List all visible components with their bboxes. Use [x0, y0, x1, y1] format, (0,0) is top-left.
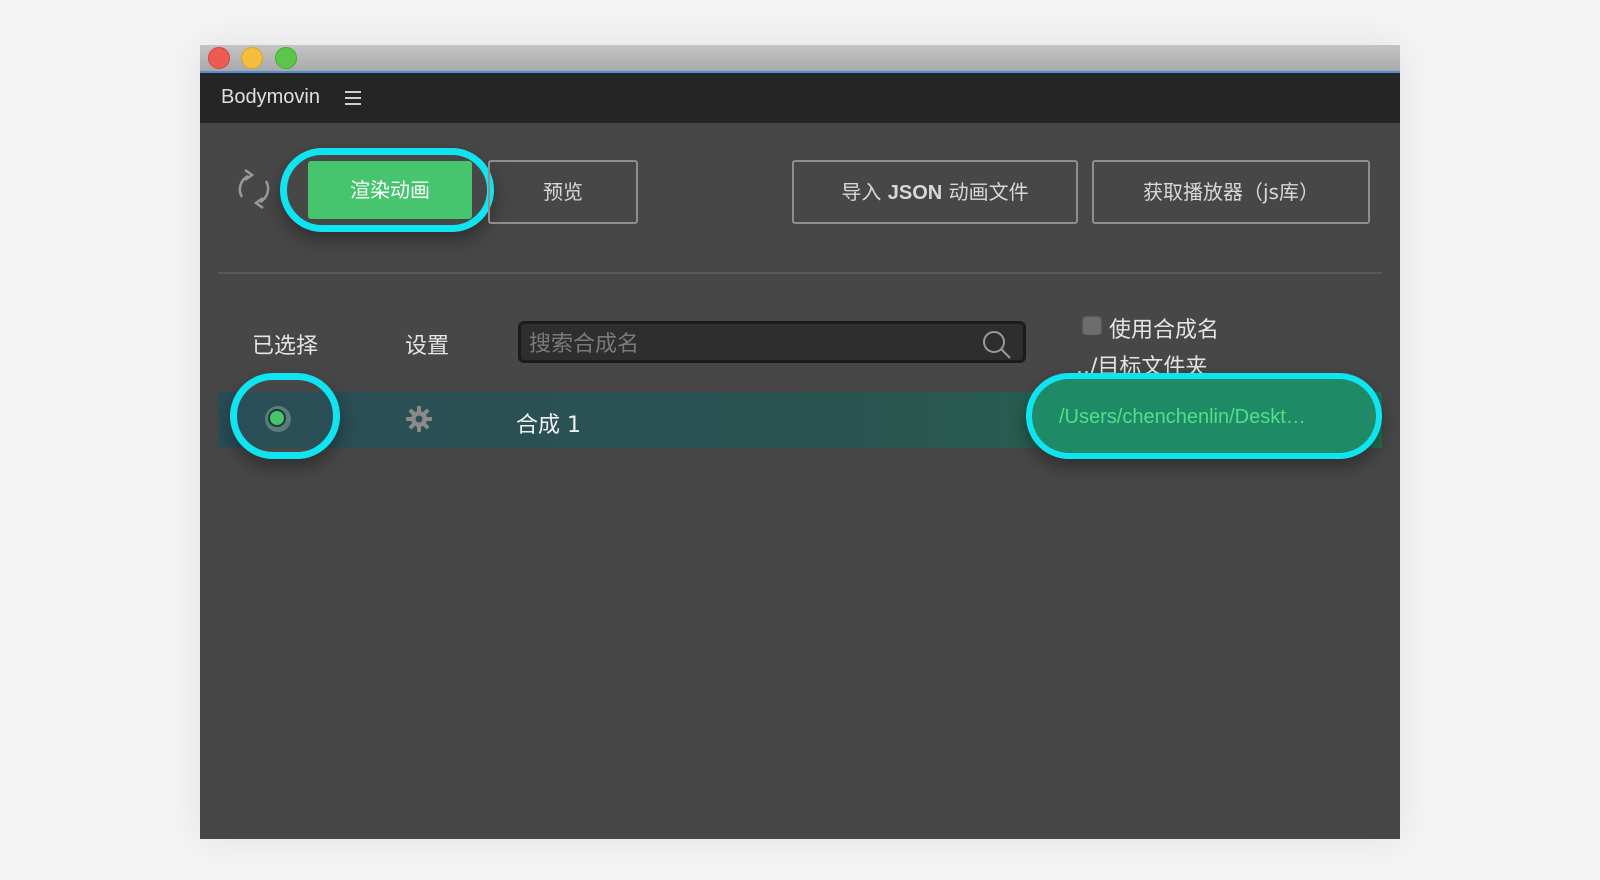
refresh-icon[interactable] [234, 167, 274, 211]
minimize-window-button[interactable] [241, 47, 263, 69]
settings-column-header: 设置 [405, 334, 450, 359]
import-json-label-bold: JSON [887, 182, 943, 204]
radio-selected-dot [268, 409, 286, 427]
import-json-button[interactable]: 导入 JSON 动画文件 [792, 160, 1078, 224]
composition-name: 合成 1 [516, 413, 581, 438]
import-json-label-prefix: 导入 [841, 180, 888, 204]
get-player-button[interactable]: 获取播放器（js库） [1092, 160, 1370, 224]
panel-title: Bodymovin [221, 86, 320, 108]
destination-path-link[interactable]: /Users/chenchenlin/Deskt… [1059, 406, 1361, 429]
use-comp-name-checkbox[interactable] [1082, 315, 1102, 335]
panel-header: Bodymovin [200, 73, 1400, 123]
close-window-button[interactable] [208, 47, 230, 69]
use-comp-name-label: 使用合成名 [1109, 318, 1220, 343]
toolbar-divider [218, 272, 1382, 274]
zoom-window-button[interactable] [275, 47, 297, 69]
preview-button[interactable]: 预览 [488, 160, 638, 224]
search-icon[interactable] [981, 329, 1013, 361]
composition-select-radio[interactable] [265, 406, 291, 432]
hamburger-menu-icon[interactable] [345, 91, 361, 105]
render-animation-button[interactable]: 渲染动画 [308, 161, 472, 219]
search-box [518, 321, 1026, 363]
search-input[interactable] [527, 328, 971, 360]
bodymovin-window: Bodymovin 渲染动画 预览 导入 JSON 动画文件 获取播放器（js库… [200, 45, 1400, 839]
import-json-label-suffix: 动画文件 [942, 180, 1029, 204]
window-titlebar [200, 45, 1400, 73]
selected-column-header: 已选择 [252, 334, 319, 359]
gear-icon[interactable] [405, 405, 433, 433]
